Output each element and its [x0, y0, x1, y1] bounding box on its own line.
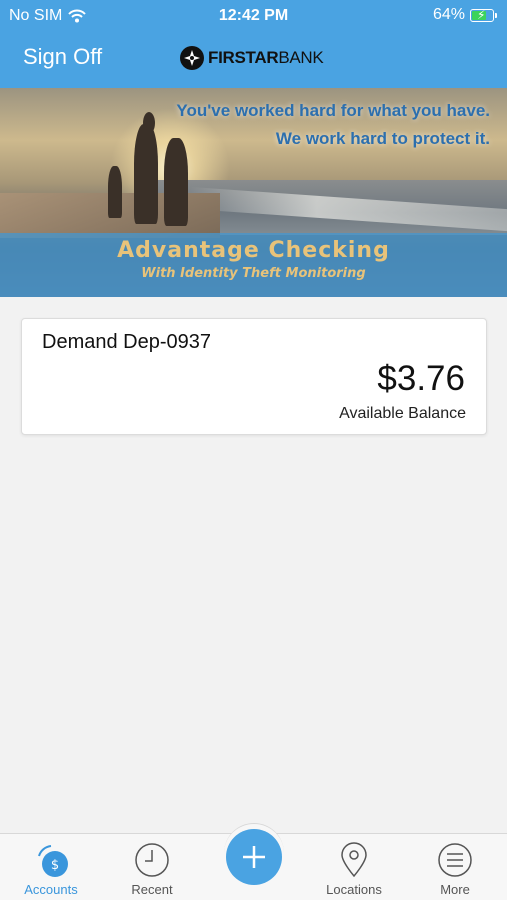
map-pin-icon: [341, 842, 367, 878]
banner-product-strip: Advantage Checking With Identity Theft M…: [0, 233, 507, 297]
bank-logo: FIRSTARBANK: [180, 46, 324, 70]
battery-icon: ⚡: [470, 8, 494, 22]
banner-product-subtitle: With Identity Theft Monitoring: [141, 266, 366, 281]
tab-locations-label: Locations: [326, 882, 382, 897]
account-card[interactable]: Demand Dep-0937 $3.76 Available Balance: [21, 318, 487, 435]
tab-more[interactable]: More: [405, 834, 505, 900]
top-bar: No SIM 12:42 PM 64% ⚡ Sign Off FIRSTARBA…: [0, 0, 507, 88]
tab-recent-label: Recent: [131, 882, 173, 897]
tab-locations[interactable]: Locations: [304, 834, 404, 900]
banner-product-name: Advantage Checking: [117, 238, 390, 263]
accounts-dollar-icon: $: [38, 845, 68, 877]
tab-more-label: More: [440, 882, 470, 897]
promo-banner[interactable]: You've worked hard for what you have. We…: [0, 88, 507, 297]
banner-headline-line2: We work hard to protect it.: [275, 129, 490, 148]
battery-percent: 64%: [432, 6, 465, 23]
plus-icon: [243, 846, 265, 868]
bank-name-light: BANK: [278, 48, 324, 67]
menu-icon: [438, 843, 472, 877]
account-balance: $3.76: [377, 359, 465, 398]
bank-name-bold: FIRSTAR: [208, 48, 279, 67]
status-bar: No SIM 12:42 PM 64% ⚡: [0, 0, 507, 30]
banner-headline-line1: You've worked hard for what you have.: [176, 101, 490, 120]
tab-recent[interactable]: Recent: [102, 834, 202, 900]
svg-text:$: $: [51, 858, 59, 873]
account-balance-label: Available Balance: [339, 405, 466, 422]
bank-name: FIRSTARBANK: [208, 48, 324, 68]
sign-off-button[interactable]: Sign Off: [23, 44, 102, 70]
tab-accounts-label: Accounts: [24, 882, 78, 897]
clock-icon: [135, 843, 169, 877]
status-time: 12:42 PM: [218, 7, 289, 24]
banner-headline: You've worked hard for what you have. We…: [176, 97, 490, 153]
add-button[interactable]: [226, 829, 282, 885]
battery-status: 64% ⚡: [433, 6, 497, 24]
account-name: Demand Dep-0937: [42, 331, 211, 353]
tab-accounts[interactable]: $ Accounts: [1, 834, 101, 900]
star-logo-icon: [180, 46, 204, 70]
